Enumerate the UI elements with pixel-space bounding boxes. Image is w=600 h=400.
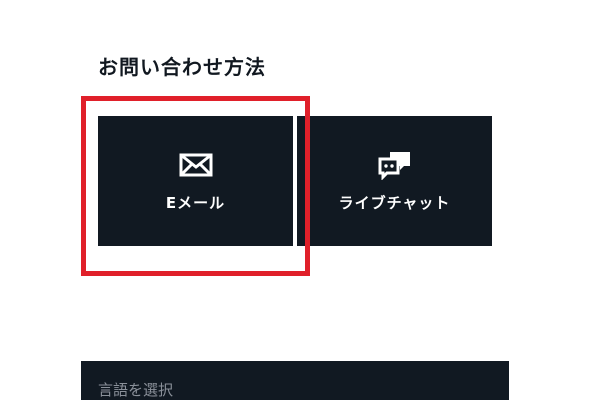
language-selector[interactable]: 言語を選択 — [81, 361, 509, 400]
chat-bubbles-icon — [377, 150, 413, 180]
language-selector-label: 言語を選択 — [98, 381, 174, 399]
live-chat-option-button[interactable]: ライブチャット — [297, 116, 492, 246]
email-highlight-frame — [81, 96, 310, 276]
contact-methods-title: お問い合わせ方法 — [98, 55, 266, 79]
contact-page: お問い合わせ方法 Eメール ライブチャット 言語を選択 — [0, 0, 600, 400]
live-chat-option-label: ライブチャット — [338, 193, 451, 212]
